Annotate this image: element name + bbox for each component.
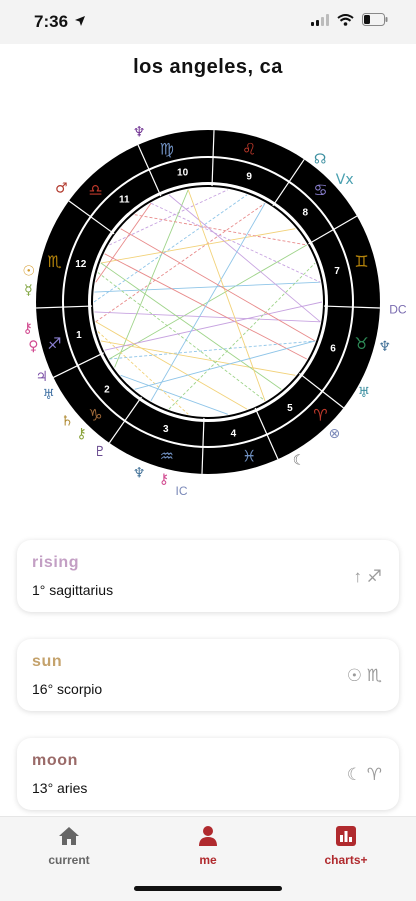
zodiac-sign-glyph: ♑ xyxy=(88,405,102,424)
planet-glyph: ♆ xyxy=(133,124,146,140)
rising-value: 1° sagittarius xyxy=(32,582,114,598)
planet-glyph: ☊ xyxy=(314,152,326,168)
rising-title: rising xyxy=(32,554,80,571)
status-time-group: 7:36 xyxy=(34,12,86,32)
zodiac-sign-glyph: ♏ xyxy=(47,252,61,271)
wifi-icon xyxy=(337,13,354,31)
battery-icon xyxy=(362,13,388,31)
tab-current-label: current xyxy=(48,853,90,867)
page-title: los angeles, ca xyxy=(133,56,283,78)
tab-charts-plus-label: charts+ xyxy=(324,853,368,867)
house-number: 8 xyxy=(302,207,308,218)
zodiac-sign-glyph: ♋ xyxy=(313,181,327,200)
zodiac-sign-glyph: ♊ xyxy=(354,252,368,271)
house-number: 12 xyxy=(75,259,87,270)
planet-glyph: ♅ xyxy=(42,387,55,403)
house-number: 10 xyxy=(177,167,189,178)
planet-glyph: ♃ xyxy=(35,369,48,385)
house-number: 9 xyxy=(246,172,252,183)
tab-me[interactable]: me xyxy=(148,825,268,867)
planet-glyph: ♀ xyxy=(28,339,38,355)
planet-glyph: ♇ xyxy=(94,444,107,460)
house-number: 3 xyxy=(163,424,169,435)
planet-glyph: ♂ xyxy=(55,180,68,196)
planet-glyph: ☾ xyxy=(293,453,306,469)
moon-card[interactable]: moon 13° aries ☾ ♈ xyxy=(17,738,399,810)
person-icon xyxy=(199,826,217,846)
house-number: 11 xyxy=(119,195,130,206)
house-number: 4 xyxy=(231,429,237,440)
planet-glyph: ☉ xyxy=(22,263,35,279)
planet-glyph: ☿ xyxy=(24,282,33,298)
planet-glyph: ⚷ xyxy=(76,426,86,442)
moon-icons: ☾ ♈ xyxy=(346,765,382,784)
zodiac-sign-glyph: ♒ xyxy=(160,447,174,466)
planet-glyph: ♆ xyxy=(378,339,391,355)
house-number: 7 xyxy=(334,266,340,277)
moon-title: moon xyxy=(32,752,78,769)
planet-glyph: Vx xyxy=(336,172,354,188)
planet-glyph: ♄ xyxy=(61,413,74,429)
sun-icons: ☉ ♏ xyxy=(346,666,382,685)
rising-card[interactable]: rising 1° sagittarius ↑ ♐ xyxy=(17,540,399,612)
sun-value: 16° scorpio xyxy=(32,681,103,697)
natal-chart[interactable]: 123456789101112♐♑♒♓♈♉♊♋♌♍♎♏MCDCIC♆♂☉☿⚷♀♃… xyxy=(0,106,416,564)
zodiac-sign-glyph: ♎ xyxy=(88,181,102,200)
planet-glyph: ⊗ xyxy=(329,426,341,442)
zodiac-sign-glyph: ♍ xyxy=(160,139,174,158)
zodiac-sign-glyph: ♈ xyxy=(313,405,327,424)
status-bar: 7:36 xyxy=(0,0,416,44)
house-number: 5 xyxy=(287,403,293,414)
planet-glyph: ♆ xyxy=(133,466,146,482)
signal-icon xyxy=(311,13,329,31)
location-arrow-icon xyxy=(74,12,86,32)
zodiac-sign-glyph: ♌ xyxy=(242,139,256,158)
rising-icons: ↑ ♐ xyxy=(353,567,382,586)
bar-chart-icon xyxy=(336,826,356,846)
house-number: 2 xyxy=(104,384,110,395)
zodiac-sign-glyph: ♓ xyxy=(242,447,256,466)
house-number: 6 xyxy=(330,343,336,354)
house-number: 1 xyxy=(76,330,82,341)
sun-card[interactable]: sun 16° scorpio ☉ ♏ xyxy=(17,639,399,711)
zodiac-sign-glyph: ♐ xyxy=(47,334,61,353)
planet-glyph: ⚷ xyxy=(23,320,33,336)
natal-chart-wheel: 123456789101112♐♑♒♓♈♉♊♋♌♍♎♏MCDCIC♆♂☉☿⚷♀♃… xyxy=(22,106,407,498)
tab-current[interactable]: current xyxy=(9,825,129,867)
planet-glyph: ♅ xyxy=(358,385,371,401)
moon-value: 13° aries xyxy=(32,780,88,796)
home-icon xyxy=(59,827,79,845)
sun-title: sun xyxy=(32,653,63,670)
content: los angeles, ca 1 2 3 4 5 6 7 8 9 10 11 12 ♐ ♑ ♒ ♓ ♈ ♉ ♊ ♋ ♌… xyxy=(0,44,416,816)
home-indicator[interactable] xyxy=(134,886,282,891)
chart-angle-label: IC xyxy=(176,484,188,498)
status-time: 7:36 xyxy=(34,12,69,31)
planet-glyph: ⚷ xyxy=(159,472,169,488)
zodiac-sign-glyph: ♉ xyxy=(354,334,368,353)
status-icons xyxy=(311,13,388,31)
tab-me-label: me xyxy=(199,853,217,867)
chart-angle-label: DC xyxy=(389,303,407,317)
tab-charts-plus[interactable]: charts+ xyxy=(286,825,406,867)
